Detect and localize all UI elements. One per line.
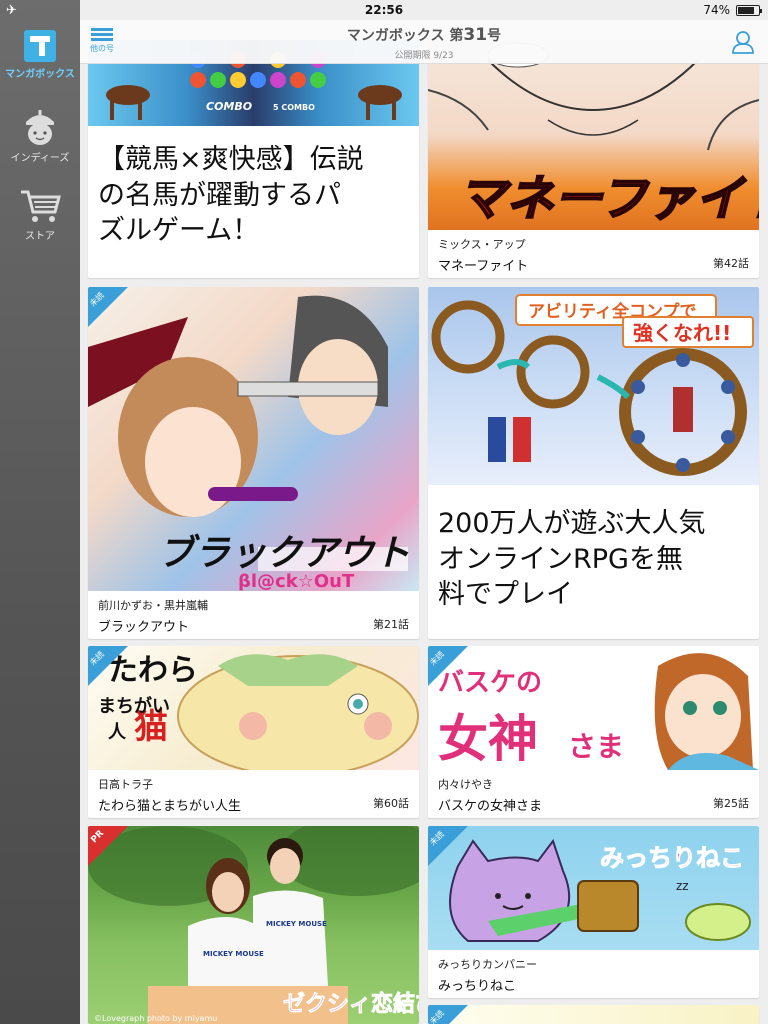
manga-title: ブラックアウト (98, 620, 190, 635)
user-icon[interactable] (732, 30, 754, 54)
issue-number: 31 (463, 25, 488, 45)
episode-number: 第21話 (373, 618, 409, 631)
pr-card-zexy[interactable]: PR MICKEY MOUSE MICKEY MOUSE ゼクシィ恋結び ©Lo… (88, 826, 419, 1024)
basuke-logo-tail: さま (568, 730, 624, 763)
author: 内々けやき (438, 778, 493, 791)
sidebar-item-label: ストア (25, 231, 55, 242)
sidebar: マンガボックス インディーズ ストア (0, 0, 80, 1024)
author: 日高トラ子 (98, 778, 153, 791)
expiry-date: 公開期限 9/23 (394, 51, 454, 61)
manga-title: みっちりねこ (438, 979, 517, 994)
unread-badge: 未読 (428, 826, 468, 866)
manga-card-mitchiri-neko[interactable]: 未読 みっちりねこ zz みっちりカンパニー みっちりねこ (428, 826, 759, 998)
battery-percentage: 74% (703, 3, 730, 17)
next-cover (428, 1005, 759, 1024)
card-caption: 日高トラ子 たわら猫とまちがい人生 第60話 (88, 770, 419, 818)
author: ミックス・アップ (438, 238, 526, 251)
ad-headline: 200万人が遊ぶ大人気 オンラインRPGを無 料でプレイ (438, 508, 706, 611)
acorn-icon (26, 110, 54, 145)
battery-icon (736, 5, 762, 16)
unread-badge: 未読 (428, 1005, 468, 1024)
mitchiri-logo: みっちりねこ (600, 844, 744, 872)
pr-photo: MICKEY MOUSE MICKEY MOUSE ゼクシィ恋結び ©Loveg… (88, 826, 419, 1024)
combo-text: COMBO (206, 100, 252, 113)
tawara-neko-cover: たわら 猫 まちがい 人 (88, 646, 419, 770)
basuke-logo-big: 女神 (438, 710, 538, 768)
author: 前川かずお・黒井嵐輔 (98, 599, 208, 612)
card-caption: ミックス・アップ マネーファイト 第42話 (428, 230, 759, 278)
sidebar-item-indies[interactable]: インディーズ (0, 108, 80, 164)
page-title: マンガボックス 第31号 (346, 25, 502, 45)
card-caption: 内々けやき バスケの女神さま 第25話 (428, 770, 759, 818)
card-caption: 前川かずお・黒井嵐輔 ブラックアウト 第21話 (88, 591, 419, 639)
sidebar-item-label: マンガボックス (5, 69, 75, 80)
zexy-logo: ゼクシィ恋結び (283, 991, 419, 1017)
pr-badge: PR (88, 826, 128, 866)
shirt-print-2: MICKEY MOUSE (266, 920, 327, 928)
top-bar: 他の号 マンガボックス 第31号 公開期限 9/23 (80, 20, 768, 64)
cart-icon (21, 190, 61, 222)
sidebar-item-mangabox[interactable]: マンガボックス (0, 30, 80, 80)
sidebar-item-store[interactable]: ストア (0, 188, 80, 242)
photo-credit: ©Lovegraph photo by miyamu (94, 1014, 217, 1023)
rpg-banner-line2: 強くなれ!! (633, 321, 731, 345)
manga-title: バスケの女神さま (438, 799, 543, 814)
blackout-logo-sub: βl@ck☆OuT (238, 571, 355, 591)
tawara-logo-4: 人 (108, 722, 127, 743)
manga-card-money-fight[interactable]: マネーファイト ミックス・アップ マネーファイト 第42話 (428, 40, 759, 278)
blackout-cover: ブラックアウト βl@ck☆OuT (88, 287, 419, 591)
manga-card-tawara-neko[interactable]: 未読 たわら 猫 まちがい 人 日高トラ子 たわら猫とまちがい人生 第60話 (88, 646, 419, 818)
manga-card-blackout[interactable]: 未読 ブラックアウト βl@ck☆OuT 前川かずお・黒井嵐輔 ブラックアウト … (88, 287, 419, 639)
basuke-cover: バスケの 女神 さま (428, 646, 759, 770)
episode-number: 第25話 (713, 797, 749, 810)
rpg-banner: アビリティ全コンプで 強くなれ!! (428, 287, 759, 485)
unread-badge: 未読 (428, 646, 468, 686)
ad-card-rpg[interactable]: アビリティ全コンプで 強くなれ!! 200万人が遊ぶ大人気 オンラインRPGを無… (428, 287, 759, 639)
episode-number: 第60話 (373, 797, 409, 810)
episode-number: 第42話 (713, 257, 749, 270)
money-fight-logo: マネーファイト (458, 171, 759, 227)
unread-badge: 未読 (88, 287, 128, 327)
sidebar-item-label: インディーズ (10, 153, 70, 164)
tawara-logo-3: まちがい (98, 695, 170, 717)
five-combo-text: 5 COMBO (273, 103, 315, 112)
money-fight-cover: マネーファイト (428, 40, 759, 230)
author: みっちりカンパニー (438, 958, 537, 971)
ad-headline: 【競馬×爽快感】伝説 の名馬が躍動するパ ズルゲーム！ (98, 144, 364, 247)
blackout-logo: ブラックアウト (158, 533, 410, 574)
mitchiri-neko-cover: みっちりねこ zz (428, 826, 759, 950)
sleep-zz: zz (676, 879, 689, 893)
shirt-print-1: MICKEY MOUSE (203, 950, 264, 958)
manga-title: たわら猫とまちがい人生 (98, 799, 242, 814)
manga-title: マネーファイト (438, 259, 529, 274)
manga-card-next[interactable]: 未読 (428, 1005, 759, 1024)
status-bar: ✈ 22:56 74% (0, 0, 768, 20)
clock: 22:56 (364, 3, 404, 17)
ad-card-horse-puzzle[interactable]: COMBO 5 COMBO 【競馬×爽快感】伝説 の名馬が躍動するパ ズルゲーム… (88, 40, 419, 278)
unread-badge: 未読 (88, 646, 128, 686)
manga-card-basuke[interactable]: 未読 バスケの 女神 さま 内々けやき バスケの女神さま 第25話 (428, 646, 759, 818)
mangabox-logo-icon (24, 30, 56, 62)
card-caption: みっちりカンパニー みっちりねこ (428, 950, 759, 998)
